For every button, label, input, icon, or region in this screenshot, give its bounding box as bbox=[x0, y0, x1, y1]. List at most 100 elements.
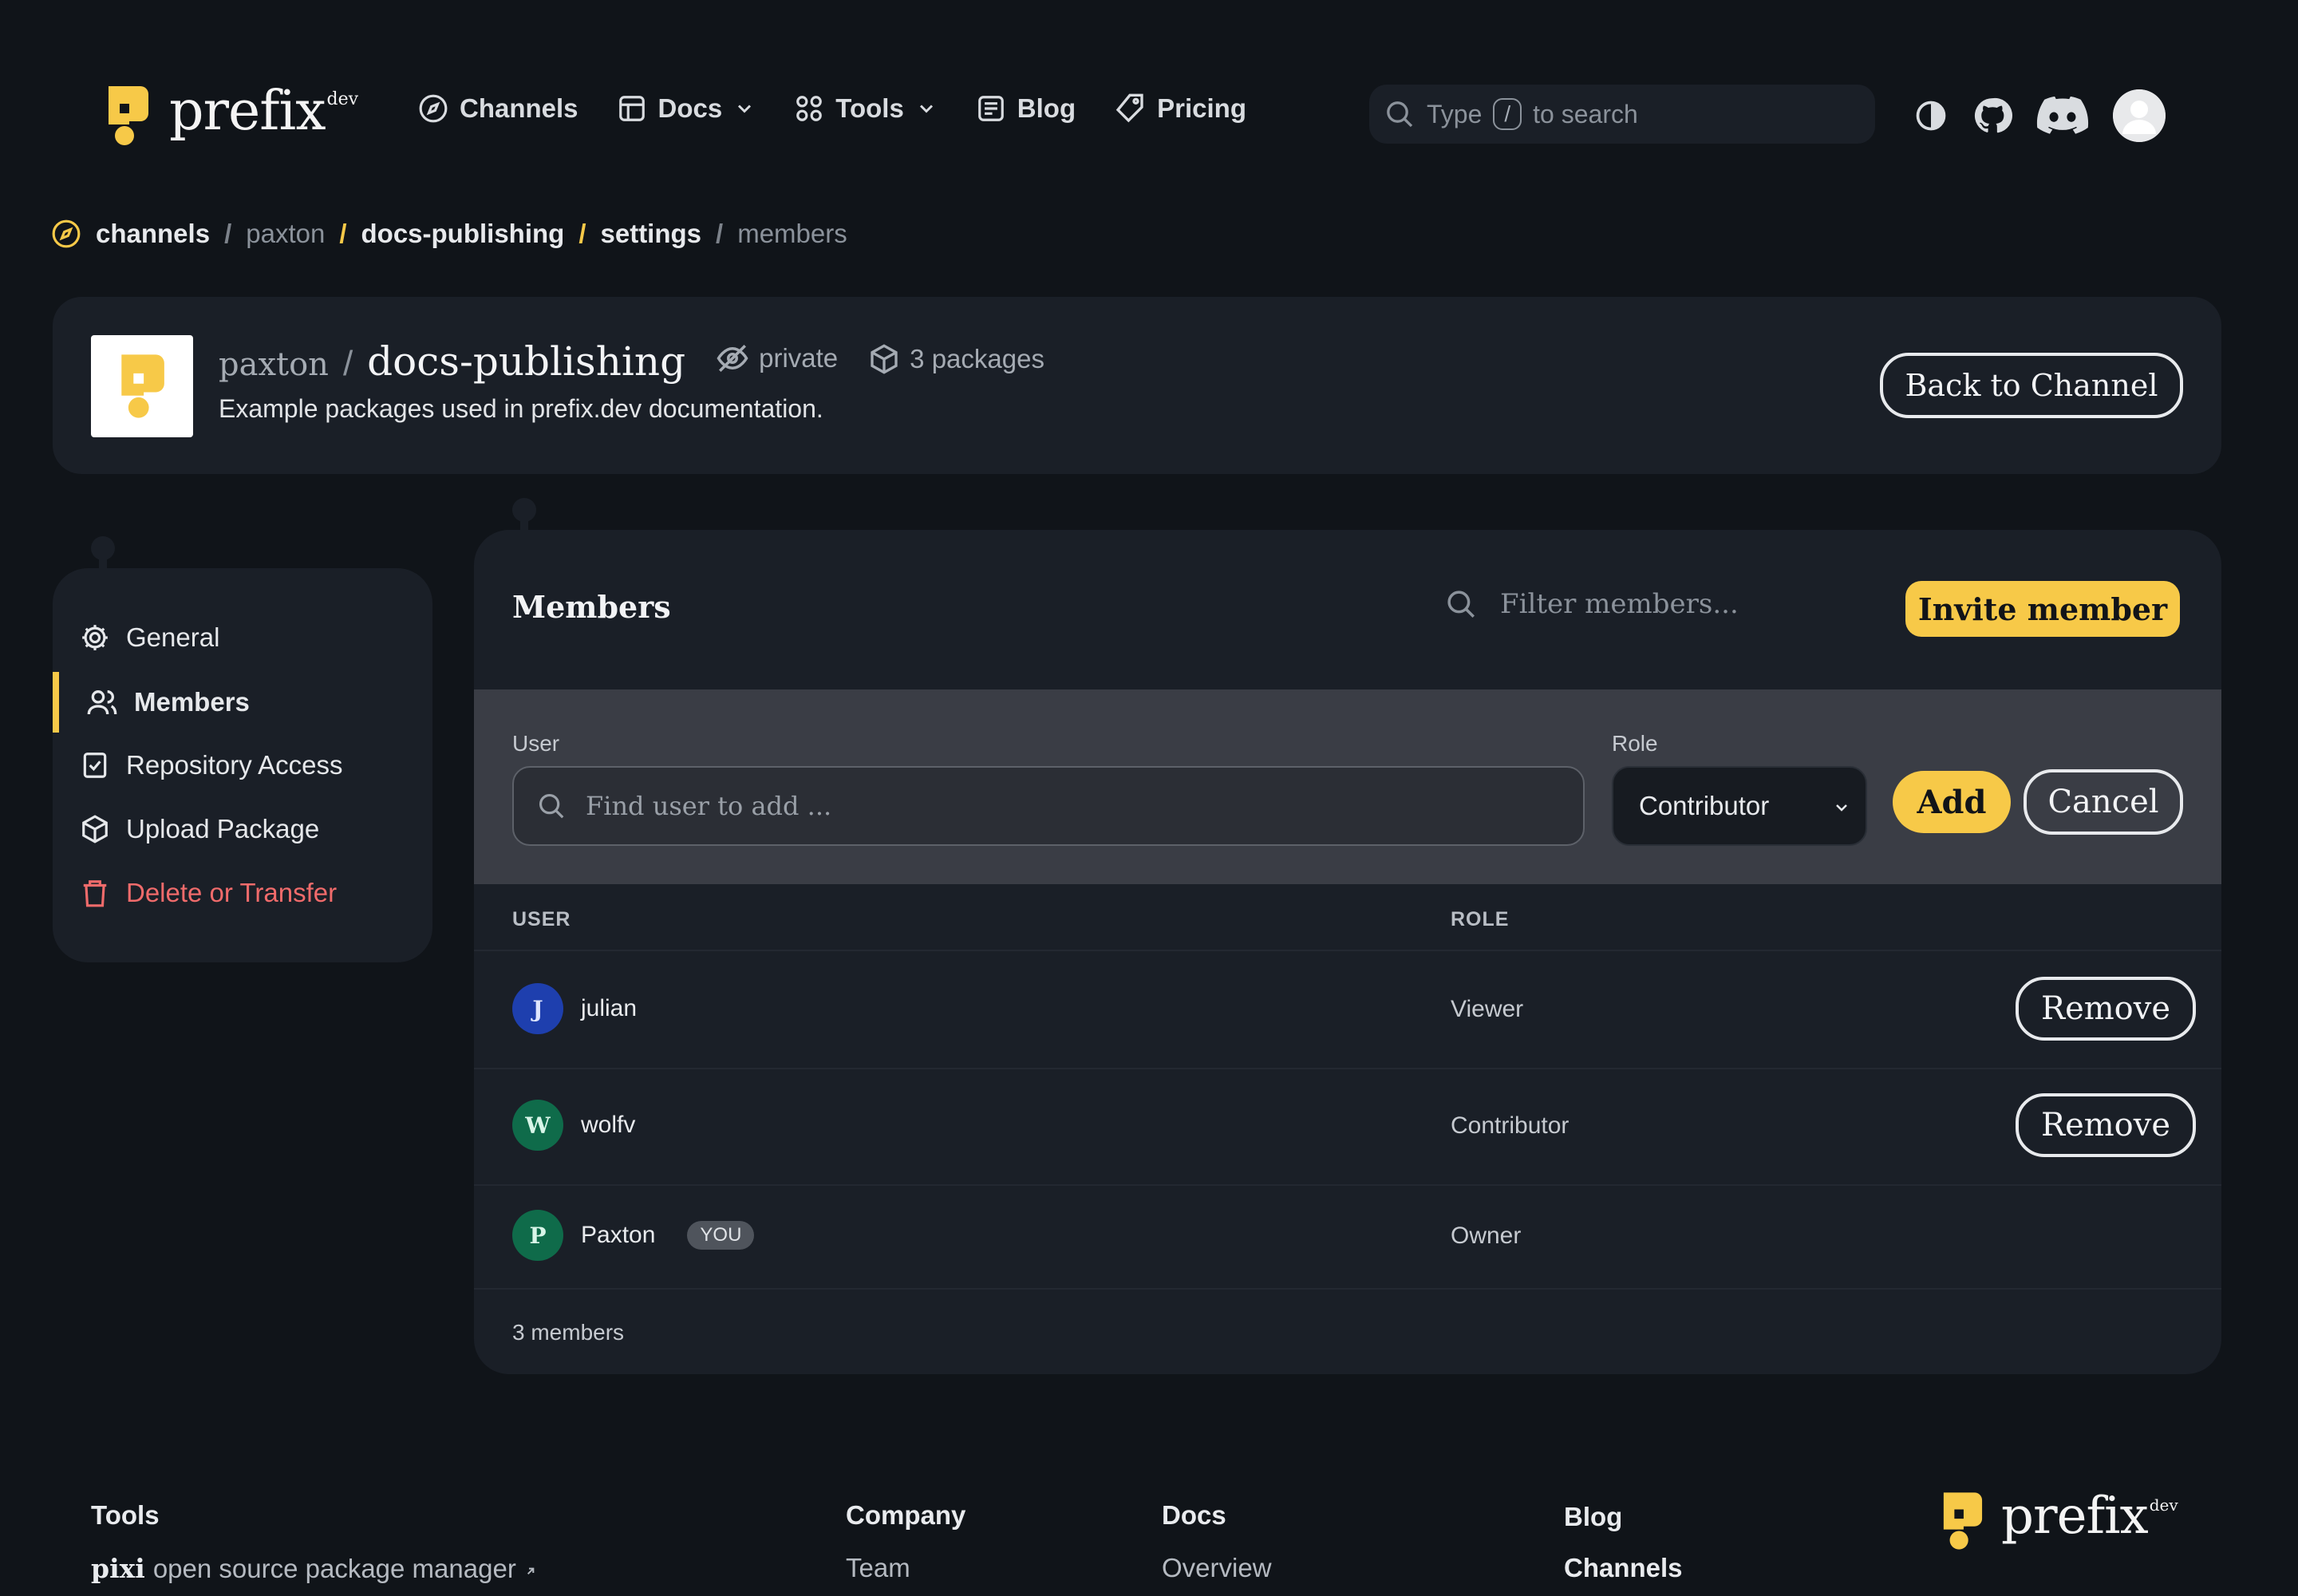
add-button[interactable]: Add bbox=[1893, 771, 2011, 833]
sidebar-item-label: Members bbox=[134, 687, 250, 717]
trash-icon bbox=[83, 880, 107, 907]
search-shortcut-key: / bbox=[1493, 98, 1522, 130]
sidebar-item-delete-transfer[interactable]: Delete or Transfer bbox=[80, 878, 337, 908]
member-role: Viewer bbox=[1451, 996, 1524, 1022]
breadcrumb: channels / paxton / docs-publishing / se… bbox=[51, 219, 847, 249]
compass-icon bbox=[419, 94, 448, 123]
github-icon[interactable] bbox=[1972, 96, 2012, 136]
avatar: P bbox=[512, 1210, 563, 1261]
nav-label: Pricing bbox=[1157, 93, 1246, 123]
nav-label: Blog bbox=[1017, 93, 1076, 123]
channel-title: paxton / docs-publishing private 3 packa… bbox=[219, 338, 1044, 385]
find-user-input[interactable]: Find user to add ... bbox=[512, 766, 1585, 846]
back-to-channel-button[interactable]: Back to Channel bbox=[1880, 353, 2183, 418]
breadcrumb-separator: / bbox=[578, 219, 586, 248]
filter-members[interactable]: Filter members... bbox=[1444, 587, 1739, 621]
footer-link-overview[interactable]: Overview bbox=[1162, 1553, 1272, 1583]
search-icon bbox=[1387, 101, 1413, 128]
channel-visibility: private bbox=[716, 342, 838, 375]
sidebar-active-indicator bbox=[53, 672, 59, 733]
row-divider bbox=[474, 1288, 2221, 1290]
prefix-logo-icon bbox=[109, 86, 148, 145]
sidebar-item-members[interactable]: Members bbox=[86, 686, 250, 718]
brand-name: prefix bbox=[169, 80, 326, 143]
breadcrumb-separator: / bbox=[716, 219, 724, 248]
header-actions bbox=[1913, 89, 2166, 142]
avatar: W bbox=[512, 1100, 563, 1151]
breadcrumb-separator: / bbox=[224, 219, 232, 248]
nav-tools[interactable]: Tools bbox=[794, 93, 938, 124]
row-divider bbox=[474, 1184, 2221, 1186]
invite-member-button[interactable]: Invite member bbox=[1905, 581, 2180, 637]
sidebar-item-repository-access[interactable]: Repository Access bbox=[80, 750, 342, 780]
brand-logo[interactable]: prefix dev bbox=[105, 83, 358, 148]
row-divider bbox=[474, 950, 2221, 951]
member-count: 3 members bbox=[512, 1320, 625, 1345]
search-prefix: Type bbox=[1427, 99, 1483, 128]
breadcrumb-settings[interactable]: settings bbox=[601, 219, 702, 249]
breadcrumb-channels[interactable]: channels bbox=[96, 219, 210, 249]
newspaper-icon bbox=[977, 96, 1004, 121]
you-badge: YOU bbox=[687, 1221, 755, 1250]
settings-sidebar: General Members Repository Access Upload… bbox=[53, 568, 432, 962]
user-silhouette-icon bbox=[2113, 89, 2166, 142]
footer-heading-tools: Tools bbox=[91, 1500, 160, 1530]
search-icon bbox=[539, 793, 564, 819]
members-title: Members bbox=[512, 589, 671, 625]
footer-brand-sup: dev bbox=[2149, 1495, 2178, 1515]
channel-name: docs-publishing bbox=[367, 338, 686, 385]
users-icon bbox=[87, 690, 117, 715]
prefix-logo-icon bbox=[121, 354, 164, 418]
channel-package-count: 3 packages bbox=[868, 343, 1044, 375]
footer-link-team[interactable]: Team bbox=[846, 1553, 910, 1583]
discord-icon[interactable] bbox=[2036, 96, 2089, 136]
member-name: Paxton bbox=[581, 1222, 656, 1248]
remove-member-button[interactable]: Remove bbox=[2016, 977, 2196, 1041]
sidebar-item-upload-package[interactable]: Upload Package bbox=[80, 814, 319, 844]
nav-channels[interactable]: Channels bbox=[418, 93, 578, 124]
gear-icon bbox=[82, 625, 108, 650]
footer-heading-company: Company bbox=[846, 1500, 966, 1530]
avatar: J bbox=[512, 983, 563, 1034]
footer-brand-logo[interactable]: prefix dev bbox=[1941, 1489, 2178, 1553]
footer-heading-blog[interactable]: Blog bbox=[1564, 1502, 1622, 1532]
cancel-button[interactable]: Cancel bbox=[2024, 769, 2183, 835]
search-suffix: to search bbox=[1533, 99, 1638, 128]
tag-icon bbox=[1115, 93, 1143, 123]
footer-link-pixi[interactable]: pixi open source package manager bbox=[91, 1553, 537, 1584]
search-icon bbox=[1447, 591, 1475, 618]
footer-link-channels[interactable]: Channels bbox=[1564, 1553, 1683, 1583]
nav-docs[interactable]: Docs bbox=[617, 93, 756, 124]
filter-placeholder: Filter members... bbox=[1500, 588, 1739, 620]
global-search[interactable]: Type / to search bbox=[1369, 85, 1875, 144]
compass-icon bbox=[52, 219, 81, 248]
package-icon bbox=[871, 344, 898, 374]
prefix-logo-icon bbox=[1943, 1492, 1983, 1550]
sidebar-item-label: General bbox=[126, 622, 220, 652]
footer-pixi-text: open source package manager bbox=[152, 1554, 516, 1583]
breadcrumb-channel[interactable]: docs-publishing bbox=[361, 219, 565, 249]
grid-icon bbox=[796, 96, 823, 121]
footer-brand-name: prefix bbox=[2001, 1487, 2149, 1546]
role-field-label: Role bbox=[1612, 731, 1658, 756]
row-divider bbox=[474, 1068, 2221, 1069]
sidebar-item-general[interactable]: General bbox=[80, 622, 219, 653]
channel-logo bbox=[91, 335, 193, 437]
member-role: Contributor bbox=[1451, 1112, 1570, 1139]
footer-pixi-name: pixi bbox=[91, 1553, 145, 1584]
role-select[interactable]: Contributor bbox=[1612, 766, 1867, 846]
chevron-down-icon bbox=[1836, 804, 1847, 812]
sidebar-item-label: Upload Package bbox=[126, 814, 320, 843]
book-icon bbox=[618, 96, 645, 121]
theme-toggle-icon[interactable] bbox=[1913, 98, 1949, 133]
breadcrumb-owner[interactable]: paxton bbox=[246, 219, 325, 249]
main-nav: Channels Docs Tools Blog Pricing bbox=[418, 93, 1285, 124]
channel-owner[interactable]: paxton bbox=[219, 346, 329, 383]
remove-member-button[interactable]: Remove bbox=[2016, 1093, 2196, 1157]
role-select-value: Contributor bbox=[1639, 791, 1770, 820]
nav-blog[interactable]: Blog bbox=[976, 93, 1076, 124]
find-user-placeholder: Find user to add ... bbox=[586, 791, 832, 821]
user-avatar[interactable] bbox=[2113, 89, 2166, 142]
nav-pricing[interactable]: Pricing bbox=[1114, 93, 1246, 124]
table-row: J julian bbox=[512, 983, 637, 1034]
